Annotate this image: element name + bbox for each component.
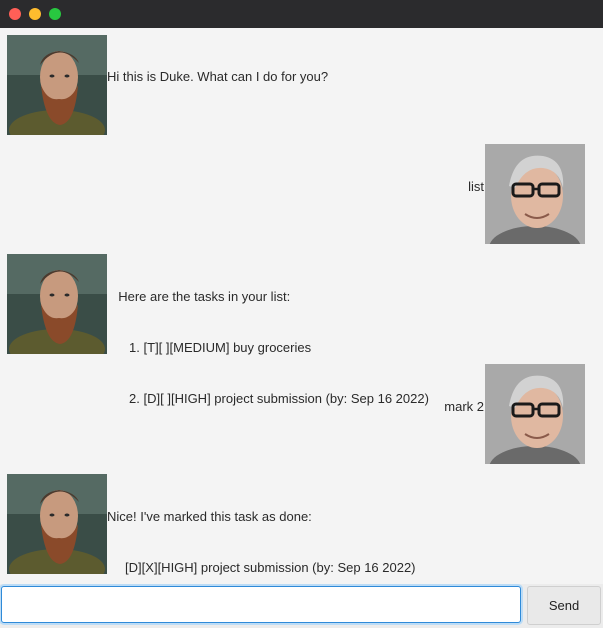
message-line: [D][X][HIGH] project submission (by: Sep… (107, 560, 416, 575)
duke-message-text: Nice! I've marked this task as done: [D]… (107, 474, 416, 584)
duke-avatar (7, 35, 107, 135)
minimize-window-button[interactable] (29, 8, 41, 20)
user-message-row: mark 2 (0, 358, 603, 468)
duke-avatar (7, 254, 107, 354)
user-message-row: list (0, 138, 603, 248)
duke-message-row: Nice! I've marked this task as done: [D]… (0, 468, 603, 580)
chat-area[interactable]: Hi this is Duke. What can I do for you? … (0, 28, 603, 584)
message-line: list (468, 179, 484, 194)
duke-message-row: Hi this is Duke. What can I do for you? (0, 28, 603, 138)
user-avatar (485, 364, 585, 464)
maximize-window-button[interactable] (49, 8, 61, 20)
send-button[interactable]: Send (527, 586, 601, 625)
message-line: Hi this is Duke. What can I do for you? (107, 69, 329, 84)
message-line: 1. [T][ ][MEDIUM] buy groceries (111, 340, 312, 355)
duke-message-text: Hi this is Duke. What can I do for you? (107, 34, 328, 119)
message-line: Nice! I've marked this task as done: (107, 509, 312, 524)
user-avatar (485, 144, 585, 244)
message-line: mark 2 (444, 399, 484, 414)
duke-avatar (7, 474, 107, 574)
message-input[interactable] (1, 586, 521, 623)
input-bar: Send (0, 584, 603, 628)
user-message-text: mark 2 (444, 364, 484, 449)
window-titlebar (0, 0, 603, 29)
duke-message-row: Here are the tasks in your list: 1. [T][… (0, 248, 603, 406)
message-line: Here are the tasks in your list: (111, 289, 291, 304)
close-window-button[interactable] (9, 8, 21, 20)
user-message-text: list (462, 144, 484, 229)
